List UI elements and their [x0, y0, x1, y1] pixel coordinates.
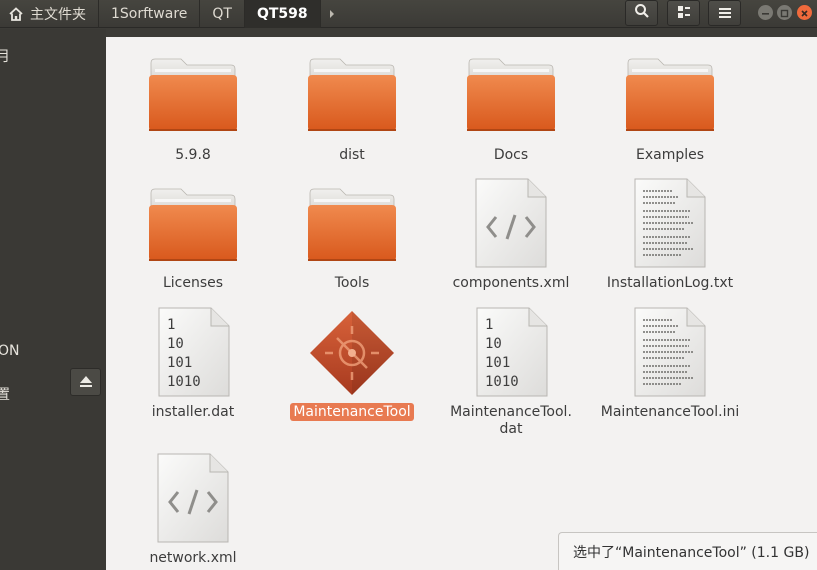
eject-button[interactable] — [70, 368, 101, 396]
breadcrumb-qt598[interactable]: QT598 — [244, 0, 321, 28]
file-label: installer.dat — [151, 404, 235, 420]
binary-line: 10 — [167, 336, 184, 352]
file-label: dist — [339, 147, 365, 163]
text-file-icon — [590, 306, 750, 397]
breadcrumb-qt[interactable]: QT — [200, 0, 245, 28]
qt-maintenance-tool-icon — [272, 308, 432, 395]
minimize-icon — [761, 3, 770, 22]
file-label-line: MaintenanceTool. — [450, 404, 572, 420]
folder-icon — [113, 185, 273, 265]
file-label: network.xml — [149, 550, 237, 566]
file-item[interactable]: InstallationLog.txt — [590, 167, 750, 291]
binary-line: 101 — [485, 355, 511, 371]
close-button[interactable] — [797, 5, 812, 20]
folder-item[interactable]: dist — [272, 37, 432, 163]
binary-file-icon: 1 10 101 1010 — [431, 306, 591, 397]
breadcrumb-label: QT598 — [256, 6, 308, 22]
file-item-selected[interactable]: MaintenanceTool — [272, 296, 432, 421]
file-label: MaintenanceTool — [290, 403, 414, 421]
sidebar-item-label[interactable]: 月 — [0, 46, 10, 66]
file-item[interactable]: network.xml — [113, 442, 273, 566]
file-label-line: dat — [499, 421, 523, 437]
breadcrumb-1sorftware[interactable]: 1Sorftware — [99, 0, 201, 28]
file-label: 5.9.8 — [175, 147, 211, 163]
file-label: Docs — [493, 147, 529, 163]
breadcrumb-label: QT — [212, 6, 232, 22]
breadcrumb-forward-arrow-icon[interactable] — [321, 0, 343, 28]
maximize-icon — [780, 3, 789, 22]
close-icon — [800, 3, 809, 22]
folder-icon — [431, 55, 591, 135]
sidebar-item-label[interactable]: ON — [0, 343, 20, 359]
file-label: Examples — [635, 147, 705, 163]
status-text: 选中了“MaintenanceTool” (1.1 GB) — [573, 544, 810, 561]
file-label: components.xml — [452, 275, 570, 291]
binary-lines: 1 10 101 1010 — [485, 316, 519, 392]
xml-file-icon — [431, 177, 591, 268]
folder-icon — [272, 55, 432, 135]
binary-lines: 1 10 101 1010 — [167, 316, 201, 392]
folder-item[interactable]: Tools — [272, 167, 432, 291]
menu-icon — [718, 4, 732, 23]
file-item[interactable]: components.xml — [431, 167, 591, 291]
sidebar: 月 ON 置 — [0, 29, 106, 570]
breadcrumb-label: 主文件夹 — [30, 7, 86, 23]
file-grid: 5.9.8 dist Docs Examples Licenses Tools — [106, 37, 817, 570]
view-options-button[interactable] — [667, 0, 700, 26]
selection-status-bar: 选中了“MaintenanceTool” (1.1 GB) — [558, 532, 817, 570]
menu-button[interactable] — [708, 0, 741, 26]
folder-item[interactable]: Docs — [431, 37, 591, 163]
file-item[interactable]: 1 10 101 1010 MaintenanceTool. dat — [431, 296, 591, 437]
search-button[interactable] — [625, 0, 658, 26]
folder-item[interactable]: 5.9.8 — [113, 37, 273, 163]
binary-line: 1010 — [485, 374, 519, 390]
file-item[interactable]: 1 10 101 1010 installer.dat — [113, 296, 273, 420]
breadcrumb-label: 1Sorftware — [111, 6, 188, 22]
breadcrumb: 主文件夹 1Sorftware QT QT598 — [0, 0, 343, 28]
search-icon — [634, 3, 650, 23]
binary-line: 1 — [167, 317, 176, 333]
folder-icon — [272, 185, 432, 265]
folder-icon — [590, 55, 750, 135]
maximize-button[interactable] — [777, 5, 792, 20]
binary-line: 1010 — [167, 374, 201, 390]
binary-line: 101 — [167, 355, 193, 371]
breadcrumb-home[interactable]: 主文件夹 — [0, 0, 99, 28]
binary-line: 1 — [485, 317, 494, 333]
binary-line: 10 — [485, 336, 502, 352]
eject-icon — [79, 373, 93, 392]
sidebar-item-label[interactable]: 置 — [0, 384, 10, 404]
file-label: Tools — [334, 275, 370, 291]
minimize-button[interactable] — [758, 5, 773, 20]
view-options-icon — [677, 4, 691, 23]
header-bar: 主文件夹 1Sorftware QT QT598 — [0, 0, 817, 28]
xml-file-icon — [113, 452, 273, 543]
folder-item[interactable]: Licenses — [113, 167, 273, 291]
file-item[interactable]: MaintenanceTool.ini — [590, 296, 750, 420]
file-label: MaintenanceTool.ini — [600, 404, 740, 420]
folder-icon — [113, 55, 273, 135]
text-file-icon — [590, 177, 750, 268]
binary-file-icon: 1 10 101 1010 — [113, 306, 273, 397]
home-icon — [8, 6, 24, 22]
folder-item[interactable]: Examples — [590, 37, 750, 163]
file-label: InstallationLog.txt — [606, 275, 734, 291]
file-label: Licenses — [162, 275, 224, 291]
